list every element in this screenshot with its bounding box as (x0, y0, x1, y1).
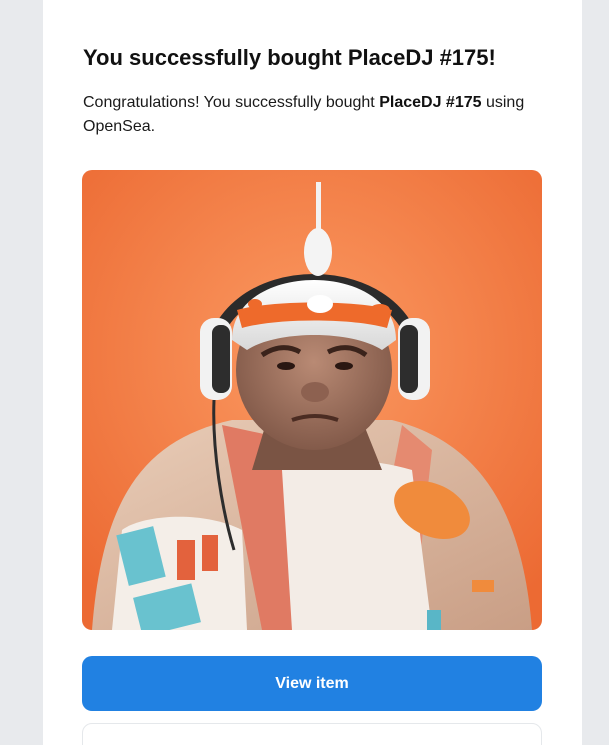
right-eye (335, 362, 353, 370)
left-eye (277, 362, 295, 370)
helmet-dot (248, 299, 262, 309)
arm-stripe (202, 535, 218, 571)
antenna-base (304, 228, 332, 276)
email-page: You successfully bought PlaceDJ #175! Co… (0, 0, 609, 745)
left-ear-pad (212, 325, 230, 393)
helmet-dot (307, 295, 333, 313)
helmet-dot (370, 304, 390, 316)
page-title: You successfully bought PlaceDJ #175! (83, 45, 496, 70)
item-name: PlaceDJ #175 (379, 94, 482, 111)
right-ear-pad (400, 325, 418, 393)
nose (301, 382, 329, 402)
email-card: You successfully bought PlaceDJ #175! Co… (43, 0, 582, 745)
message-prefix: Congratulations! You successfully bought (83, 94, 380, 111)
secondary-panel (82, 723, 542, 745)
arm-stripe (177, 540, 195, 580)
nft-image[interactable] (82, 170, 542, 630)
purchase-message: Congratulations! You successfully bought… (83, 91, 553, 139)
view-item-button[interactable]: View item (82, 656, 542, 711)
nft-illustration (82, 170, 542, 630)
armor-patch (427, 610, 441, 630)
armor-patch (472, 580, 494, 592)
